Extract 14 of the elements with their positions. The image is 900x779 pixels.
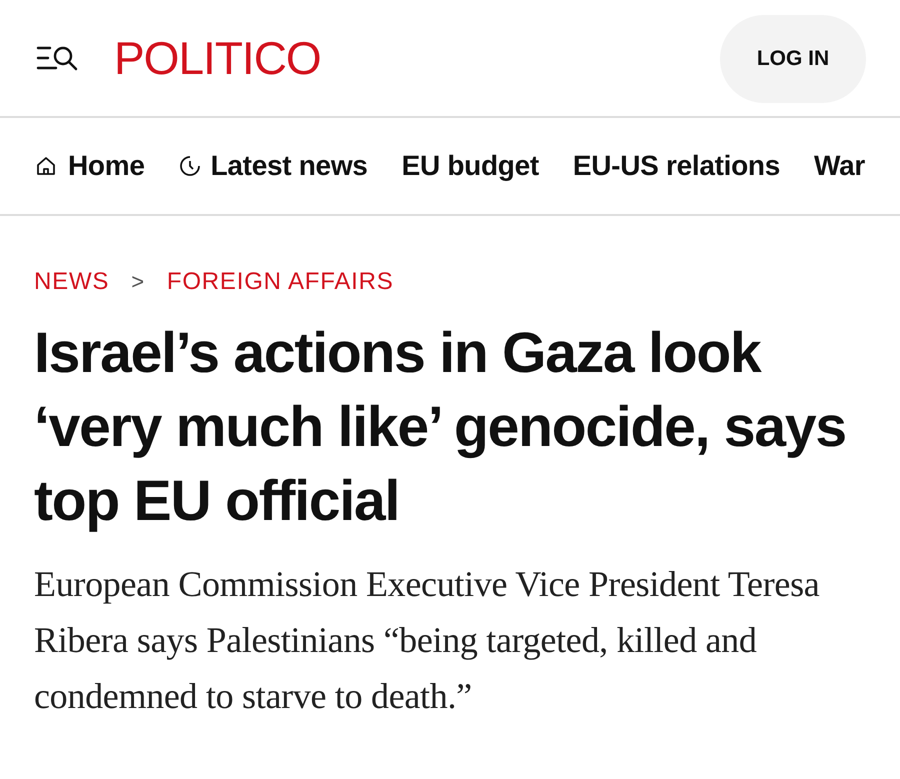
- breadcrumb-link[interactable]: NEWS: [34, 268, 110, 296]
- crescent-clock-icon: [178, 155, 201, 177]
- home-icon: [34, 154, 58, 178]
- logo[interactable]: POLITICO: [114, 35, 321, 81]
- nav-link[interactable]: Latest news: [178, 150, 368, 182]
- breadcrumb-link[interactable]: FOREIGN AFFAIRS: [166, 268, 394, 296]
- nav-link[interactable]: Home: [34, 150, 145, 182]
- nav-link[interactable]: War: [814, 150, 865, 182]
- nav-link[interactable]: EU-US relations: [572, 150, 780, 182]
- headline: Israel’s actions in Gaza look ‘very much like’ genocide, says top EU official: [34, 320, 847, 535]
- chevron-separator: >: [131, 269, 145, 295]
- article-summary: European Commission Executive Vice President Teresa Ribera says Palestinians “being targeted, killed and condemned to starve to death.”: [34, 563, 820, 718]
- login-button[interactable]: LOG IN: [720, 15, 866, 103]
- nav-link[interactable]: EU budget: [402, 150, 539, 182]
